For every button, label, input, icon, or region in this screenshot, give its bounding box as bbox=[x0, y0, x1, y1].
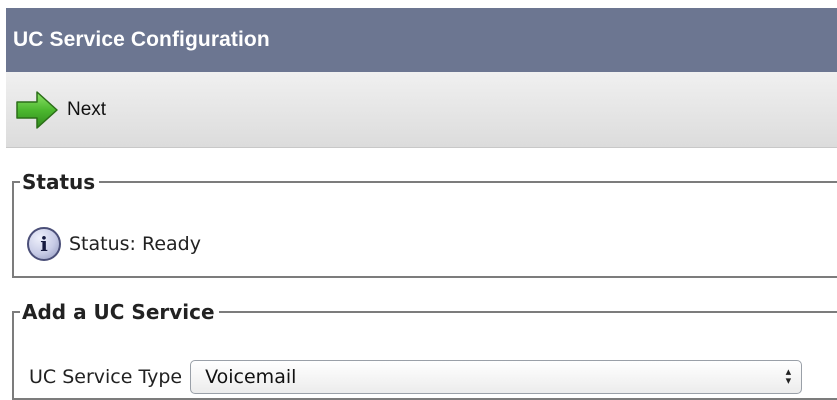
uc-service-type-label: UC Service Type bbox=[29, 366, 183, 388]
page-header: UC Service Configuration bbox=[6, 8, 837, 72]
status-section: Status i Status: Ready bbox=[12, 170, 837, 278]
page-title: UC Service Configuration bbox=[13, 28, 270, 51]
status-legend: Status bbox=[22, 170, 96, 194]
next-arrow-icon bbox=[15, 90, 59, 130]
uc-service-type-value: Voicemail bbox=[205, 366, 297, 388]
add-uc-service-section: Add a UC Service UC Service Type Voicema… bbox=[12, 300, 837, 400]
uc-service-type-row: UC Service Type Voicemail ▴ ▾ bbox=[29, 360, 803, 394]
status-row: i Status: Ready bbox=[27, 227, 201, 261]
next-button[interactable]: Next bbox=[15, 90, 106, 130]
next-button-label: Next bbox=[67, 98, 107, 120]
add-uc-service-legend: Add a UC Service bbox=[22, 300, 215, 324]
select-arrows-icon: ▴ ▾ bbox=[785, 366, 792, 387]
toolbar: Next bbox=[6, 72, 837, 148]
uc-service-type-select[interactable]: Voicemail ▴ ▾ bbox=[190, 360, 803, 394]
info-icon: i bbox=[27, 227, 61, 261]
status-text: Status: Ready bbox=[69, 233, 201, 255]
